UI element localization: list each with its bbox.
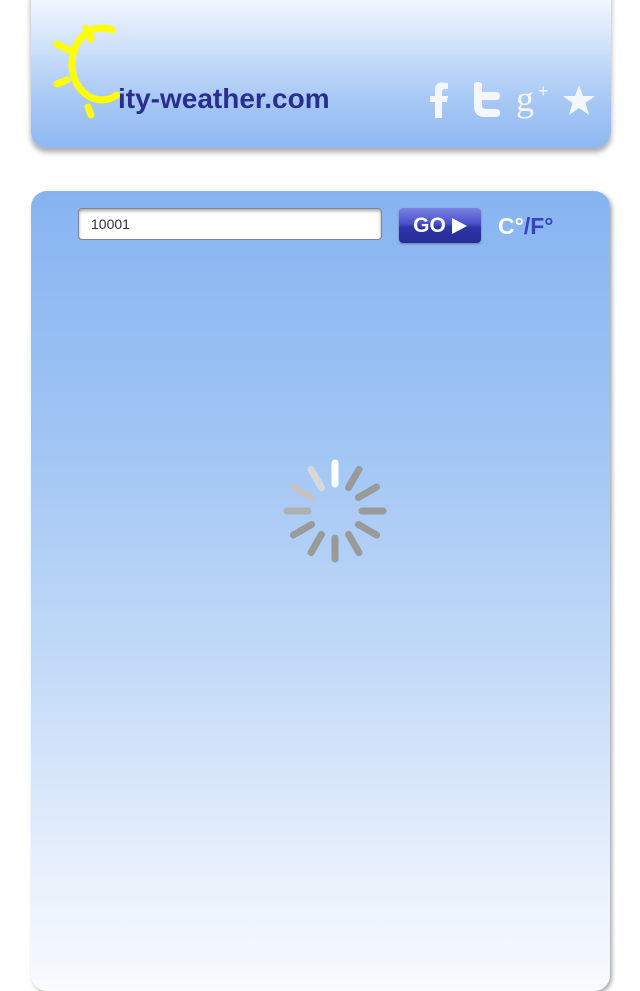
fahrenheit-option[interactable]: F° xyxy=(530,213,553,239)
star-icon[interactable] xyxy=(561,80,597,120)
spinner-spoke xyxy=(307,530,325,557)
facebook-icon[interactable] xyxy=(427,80,451,120)
loading-spinner-icon xyxy=(283,459,387,563)
site-logo[interactable]: ity-weather.com xyxy=(51,20,381,150)
spinner-spoke xyxy=(307,465,325,492)
spinner-spoke xyxy=(289,521,316,539)
spinner-spoke xyxy=(345,530,363,557)
search-input[interactable] xyxy=(78,208,382,240)
unit-toggle[interactable]: C°/F° xyxy=(498,213,553,240)
go-button-label: GO xyxy=(413,213,446,237)
spinner-spoke xyxy=(354,521,381,539)
svg-text:g: g xyxy=(516,81,534,119)
sun-logo-icon xyxy=(53,24,121,119)
twitter-icon[interactable] xyxy=(471,80,503,120)
play-arrow-icon xyxy=(451,217,467,234)
site-header: ity-weather.com g + xyxy=(31,0,611,148)
weather-panel: GO C°/F° xyxy=(31,191,610,991)
spinner-spoke xyxy=(354,483,381,501)
go-button[interactable]: GO xyxy=(399,208,481,243)
site-name: ity-weather.com xyxy=(118,83,330,114)
google-plus-icon[interactable]: g + xyxy=(515,80,555,120)
svg-text:+: + xyxy=(538,81,549,101)
spinner-spoke xyxy=(345,465,363,492)
spinner-spoke xyxy=(289,483,316,501)
celsius-option[interactable]: C° xyxy=(498,213,524,239)
